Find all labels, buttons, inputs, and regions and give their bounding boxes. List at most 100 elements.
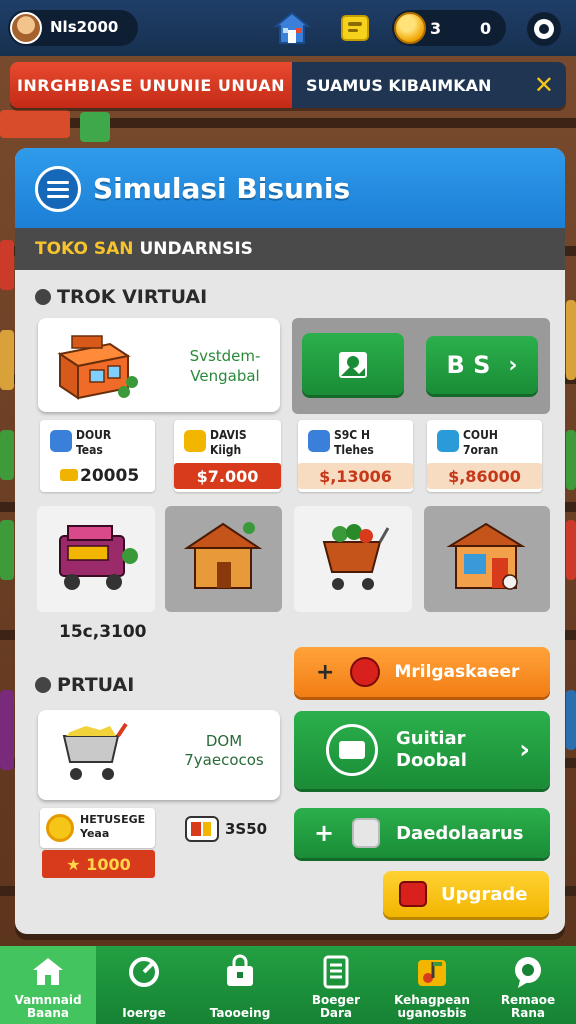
business-sim-panel: Simulasi Bisunis TOKO SAN UNDARNSIS TROK…	[15, 148, 565, 934]
bottom-nav: Vamnnaid Baana Ioerge Taooeing Boeger Da…	[0, 946, 576, 1024]
coin-icon	[394, 12, 426, 44]
home-icon	[33, 958, 63, 985]
shopping-cart-icon	[322, 524, 390, 590]
store-card[interactable]: Svstdem- Vengabal	[38, 318, 280, 412]
section-label-text: TROK VIRTUAI	[57, 286, 208, 308]
banner-tab-left[interactable]: INRGHBIASE UNUNIE UNUAN	[10, 62, 292, 108]
asset-tile-shopping-cart[interactable]	[294, 506, 412, 612]
bg-shelf-box	[0, 110, 70, 138]
nav-label: Kehagpean uganosbis	[394, 993, 470, 1020]
bg-shelf-box	[80, 112, 110, 142]
panel-header: Simulasi Bisunis	[15, 148, 565, 228]
jar-icon	[352, 818, 381, 848]
dashboard-icon	[326, 724, 378, 776]
cart-card-label: DOM 7yaecocos	[184, 732, 264, 769]
bg-shelf-box	[0, 330, 14, 390]
apple-icon	[350, 657, 381, 687]
market-button[interactable]: + Mrilgaskaeer	[294, 647, 550, 697]
close-icon[interactable]: ✕	[534, 71, 554, 99]
bg-shelf-box	[0, 520, 14, 580]
product-card[interactable]: DOUR Teas 20005	[40, 420, 155, 492]
add-item-label: Daedolaarus	[396, 822, 524, 844]
goal-button-label: Guitiar Doobal	[396, 728, 467, 771]
upgrade-card[interactable]: HETUSEGE Yeaa	[40, 808, 155, 848]
section-label-text: PRTUAI	[57, 674, 135, 696]
asset-tile-small-house[interactable]	[165, 506, 282, 612]
goal-button[interactable]: Guitiar Doobal ›	[294, 711, 550, 789]
top-bar: Nls2000 3 0	[0, 0, 576, 56]
upgrade-card-label: HETUSEGE Yeaa	[80, 813, 146, 840]
product-label: DAVIS Kiigh	[210, 428, 247, 457]
nav-label: Taooeing	[209, 1006, 271, 1020]
upgrade-price-tag: ★ 1000	[42, 850, 155, 878]
asset-tile-shop-cart[interactable]	[37, 506, 155, 612]
nav-label: Remaoe Rana	[500, 993, 556, 1020]
promo-banner: INRGHBIASE UNUNIE UNUAN SUAMUS KIBAIMKAN…	[10, 62, 566, 108]
cart-card[interactable]: DOM 7yaecocos	[38, 710, 280, 800]
section-bullet-icon	[35, 289, 51, 305]
section-virtual-store: TROK VIRTUAI	[35, 286, 207, 308]
nav-item-chat[interactable]: Remaoe Rana	[480, 946, 576, 1024]
plus-icon: +	[316, 659, 335, 685]
bg-shelf-box	[0, 430, 14, 480]
product-icon	[437, 430, 459, 452]
product-price-tag: $,86000	[427, 463, 542, 489]
asset-value: 15c,3100	[59, 622, 147, 642]
bg-shelf-box	[566, 520, 576, 580]
product-label: DOUR Teas	[76, 428, 112, 457]
product-icon	[50, 430, 72, 452]
product-icon	[308, 430, 330, 452]
bg-shelf-box	[566, 430, 576, 490]
add-item-button[interactable]: + Daedolaarus	[294, 808, 550, 858]
gift-icon	[399, 881, 427, 907]
nav-item-bag[interactable]: Taooeing	[192, 946, 288, 1024]
nav-label: Boeger Dara	[311, 993, 361, 1020]
currency-display[interactable]: 3 0	[392, 10, 506, 46]
banner-tab-right[interactable]: SUAMUS KIBAIMKAN ✕	[292, 62, 566, 108]
nav-item-refresh[interactable]: Ioerge	[96, 946, 192, 1024]
panel-subheader: TOKO SAN UNDARNSIS	[15, 228, 565, 270]
settings-button[interactable]	[527, 12, 561, 46]
document-icon	[323, 955, 349, 989]
bs-button[interactable]: B S ›	[426, 336, 538, 394]
nav-item-document[interactable]: Boeger Dara	[288, 946, 384, 1024]
product-icon	[184, 430, 206, 452]
map-icon	[339, 352, 367, 378]
avatar[interactable]	[10, 12, 42, 44]
refresh-icon	[129, 957, 159, 987]
nav-item-home[interactable]: Vamnnaid Baana	[0, 946, 96, 1024]
player-profile[interactable]: Nls2000	[8, 10, 138, 46]
quantity-value: 3S50	[225, 820, 268, 838]
product-label: S9C H Tlehes	[334, 428, 374, 457]
upgrade-button[interactable]: Upgrade	[383, 871, 549, 917]
storefront-icon	[446, 522, 526, 590]
coin-count: 3	[430, 19, 442, 38]
store-building-icon	[57, 335, 138, 400]
section-bullet-icon	[35, 677, 51, 693]
panel-title: Simulasi Bisunis	[93, 172, 351, 205]
player-name: Nls2000	[50, 18, 119, 36]
music-icon	[418, 960, 446, 986]
upgrade-button-label: Upgrade	[441, 883, 528, 905]
subheader-highlight: TOKO SAN	[35, 239, 134, 259]
chevron-right-icon: ›	[508, 352, 518, 378]
sun-icon	[46, 814, 74, 842]
gear-icon	[534, 19, 554, 39]
shop-home-icon[interactable]	[273, 10, 311, 46]
product-price: 20005	[60, 466, 139, 486]
product-price-tag: $,13006	[298, 463, 413, 489]
quantity-display: 3S50	[185, 816, 267, 842]
nav-item-music[interactable]: Kehagpean uganosbis	[384, 946, 480, 1024]
nav-label: Ioerge	[122, 1006, 166, 1020]
store-map-button[interactable]	[302, 333, 404, 395]
store-card-label: Svstdem- Vengabal	[189, 347, 261, 385]
subheader-text: UNDARNSIS	[139, 239, 253, 259]
ticket-icon[interactable]	[338, 10, 374, 46]
bs-button-label: B S	[446, 351, 491, 379]
section-products: PRTUAI	[35, 674, 134, 696]
asset-tile-storefront[interactable]	[424, 506, 550, 612]
banner-right-label: SUAMUS KIBAIMKAN	[306, 75, 492, 95]
gem-count: 0	[480, 19, 492, 38]
cart-icon	[62, 722, 128, 780]
menu-icon[interactable]	[35, 166, 81, 212]
